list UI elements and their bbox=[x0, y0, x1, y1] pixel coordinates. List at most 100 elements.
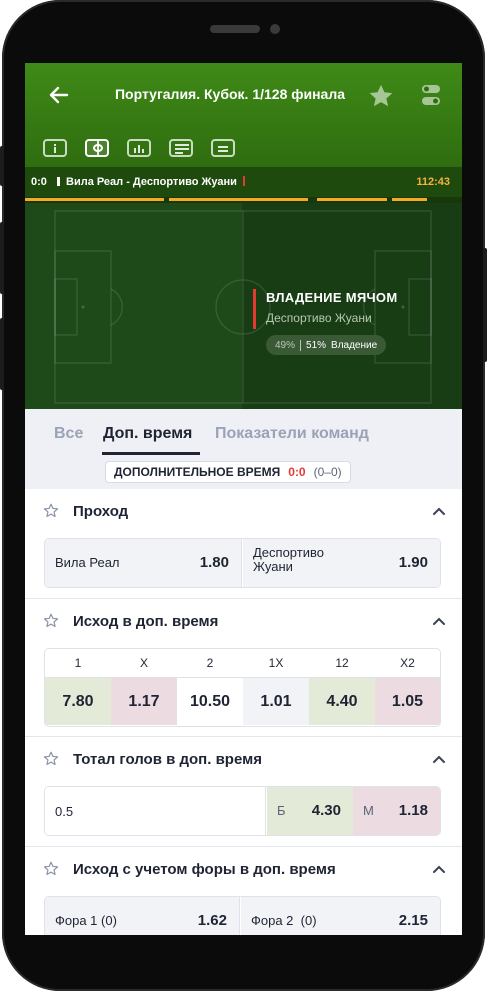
app-screen: Португалия. Кубок. 1/128 финала 0:0 Вила… bbox=[25, 63, 462, 935]
possession-left-pct: 49% bbox=[275, 339, 296, 351]
timeline-segment bbox=[25, 198, 164, 201]
star-icon[interactable] bbox=[367, 82, 395, 110]
odds-cell[interactable]: 10.50 bbox=[177, 678, 243, 725]
timeline-segment bbox=[169, 198, 308, 201]
odds-value: 4.30 bbox=[311, 802, 341, 819]
odds-cell-handicap-1[interactable]: Фора 1 (0) 1.62 bbox=[45, 897, 240, 935]
view-tabs bbox=[43, 139, 235, 161]
market-card-pass: Проход Вила Реал 1.80 Деспортиво Жуани 1… bbox=[25, 489, 462, 599]
timeline-segment bbox=[392, 198, 427, 201]
odds-label: Фора 2 (0) bbox=[251, 913, 317, 928]
favorite-star-icon[interactable] bbox=[42, 502, 60, 520]
side-button-power bbox=[483, 248, 487, 362]
tab-all[interactable]: Все bbox=[54, 425, 83, 443]
odds-grid: 1 X 2 1X 12 X2 7.80 1.17 10.50 1.01 4.40… bbox=[44, 648, 441, 727]
odds-cell-away[interactable]: Деспортиво Жуани 1.90 bbox=[243, 539, 440, 587]
outcome-header: 2 bbox=[206, 656, 214, 670]
settings-icon[interactable] bbox=[421, 83, 441, 107]
side-button-volume-down bbox=[0, 318, 4, 390]
market-title: Исход с учетом форы в доп. время bbox=[73, 861, 336, 878]
lineup-icon[interactable] bbox=[169, 139, 193, 157]
odds-value: 2.15 bbox=[398, 912, 428, 929]
section-title: ДОПОЛНИТЕЛЬНОЕ ВРЕМЯ bbox=[114, 465, 281, 479]
odds-row: 0.5 Б 4.30 М 1.18 bbox=[44, 786, 441, 836]
section-chip: ДОПОЛНИТЕЛЬНОЕ ВРЕМЯ 0:0 (0–0) bbox=[105, 461, 351, 483]
under-label: М bbox=[363, 803, 374, 818]
odds-cell[interactable]: 1.17 bbox=[111, 678, 177, 725]
odds-cell[interactable]: 1.05 bbox=[375, 678, 440, 725]
possession-pill: 49% 51% Владение bbox=[266, 335, 387, 355]
possession-right-pct: 51% bbox=[306, 339, 327, 351]
odds-cell-home[interactable]: Вила Реал 1.80 bbox=[45, 539, 242, 587]
phone-speaker bbox=[210, 25, 260, 33]
favorite-star-icon[interactable] bbox=[42, 612, 60, 630]
favorite-star-icon[interactable] bbox=[42, 860, 60, 878]
market-card-total: Тотал голов в доп. время 0.5 Б 4.30 М 1.… bbox=[25, 737, 462, 847]
top-header: Португалия. Кубок. 1/128 финала bbox=[25, 63, 462, 167]
tab-extra-time[interactable]: Доп. время bbox=[103, 425, 192, 443]
field-lines bbox=[54, 210, 432, 404]
market-title: Исход в доп. время bbox=[73, 613, 219, 630]
section-score: 0:0 bbox=[288, 465, 306, 479]
odds-label: Деспортиво Жуани bbox=[253, 545, 324, 574]
side-button-volume-up bbox=[0, 222, 4, 294]
odds-row: Фора 1 (0) 1.62 Фора 2 (0) 2.15 bbox=[44, 896, 441, 935]
odds-cell-under[interactable]: М 1.18 bbox=[353, 787, 440, 835]
market-title: Проход bbox=[73, 503, 129, 520]
match-time: 112:43 bbox=[416, 176, 450, 188]
teams-label: Вила Реал - Деспортиво Жуани bbox=[66, 176, 237, 188]
odds-cell[interactable]: 1.01 bbox=[243, 678, 309, 725]
odds-cell[interactable]: 7.80 bbox=[45, 678, 111, 725]
field-stat-title: ВЛАДЕНИЕ МЯЧОМ bbox=[266, 290, 398, 305]
odds-cell-handicap-2[interactable]: Фора 2 (0) 2.15 bbox=[241, 897, 440, 935]
over-label: Б bbox=[277, 803, 286, 818]
match-field: ВЛАДЕНИЕ МЯЧОМ Деспортиво Жуани 49% 51% … bbox=[25, 203, 462, 409]
odds-value: 1.80 bbox=[199, 554, 229, 571]
odds-row: Вила Реал 1.80 Деспортиво Жуани 1.90 bbox=[44, 538, 441, 588]
phone-camera bbox=[270, 24, 280, 34]
market-card-handicap: Исход с учетом форы в доп. время Фора 1 … bbox=[25, 847, 462, 935]
possession-team-marker bbox=[253, 289, 256, 329]
side-button-mute bbox=[0, 146, 4, 186]
page-title: Португалия. Кубок. 1/128 финала bbox=[114, 86, 346, 102]
outcome-header: 1X bbox=[268, 656, 284, 670]
odds-label: Фора 1 (0) bbox=[55, 913, 117, 928]
favorite-star-icon[interactable] bbox=[42, 750, 60, 768]
odds-cell-over[interactable]: Б 4.30 bbox=[267, 787, 353, 835]
chevron-up-icon[interactable] bbox=[432, 614, 446, 628]
outcome-header: X2 bbox=[400, 656, 415, 670]
score-value: 0:0 bbox=[31, 176, 47, 188]
odds-value: 1.62 bbox=[197, 912, 227, 929]
outcome-header: 12 bbox=[335, 656, 349, 670]
chevron-up-icon[interactable] bbox=[432, 862, 446, 876]
total-line-cell: 0.5 bbox=[45, 787, 266, 835]
match-teams: Вила Реал - Деспортиво Жуани bbox=[57, 176, 245, 188]
odds-value: 1.18 bbox=[398, 802, 428, 819]
stats-icon[interactable] bbox=[127, 139, 151, 157]
market-tabs: Все Доп. время Показатели команд bbox=[25, 409, 462, 455]
red-card-icon bbox=[242, 176, 245, 186]
tab-team-stats[interactable]: Показатели команд bbox=[215, 425, 369, 443]
outcome-header: 1 bbox=[74, 656, 82, 670]
section-header: ДОПОЛНИТЕЛЬНОЕ ВРЕМЯ 0:0 (0–0) bbox=[25, 455, 462, 489]
section-subscore: (0–0) bbox=[313, 465, 342, 479]
chevron-up-icon[interactable] bbox=[432, 752, 446, 766]
info-icon[interactable] bbox=[43, 139, 67, 157]
chevron-up-icon[interactable] bbox=[432, 504, 446, 518]
market-title: Тотал голов в доп. время bbox=[73, 751, 262, 768]
total-line: 0.5 bbox=[55, 804, 74, 819]
bet-slip-icon[interactable] bbox=[211, 139, 235, 157]
odds-cell[interactable]: 4.40 bbox=[309, 678, 375, 725]
possession-label: Владение bbox=[331, 339, 378, 351]
market-card-outcome: Исход в доп. время 1 X 2 1X 12 X2 7.80 1… bbox=[25, 599, 462, 737]
pill-divider bbox=[300, 339, 302, 351]
back-arrow-icon[interactable] bbox=[47, 83, 71, 107]
outcome-header: X bbox=[139, 656, 148, 670]
possession-marker bbox=[57, 177, 60, 186]
scoreboard: 0:0 Вила Реал - Деспортиво Жуани 112:43 bbox=[25, 167, 462, 197]
odds-value: 1.90 bbox=[398, 554, 428, 571]
field-icon[interactable] bbox=[85, 139, 109, 157]
field-stat-team: Деспортиво Жуани bbox=[266, 311, 372, 325]
timeline-segment bbox=[317, 198, 387, 201]
odds-label: Вила Реал bbox=[55, 555, 120, 570]
